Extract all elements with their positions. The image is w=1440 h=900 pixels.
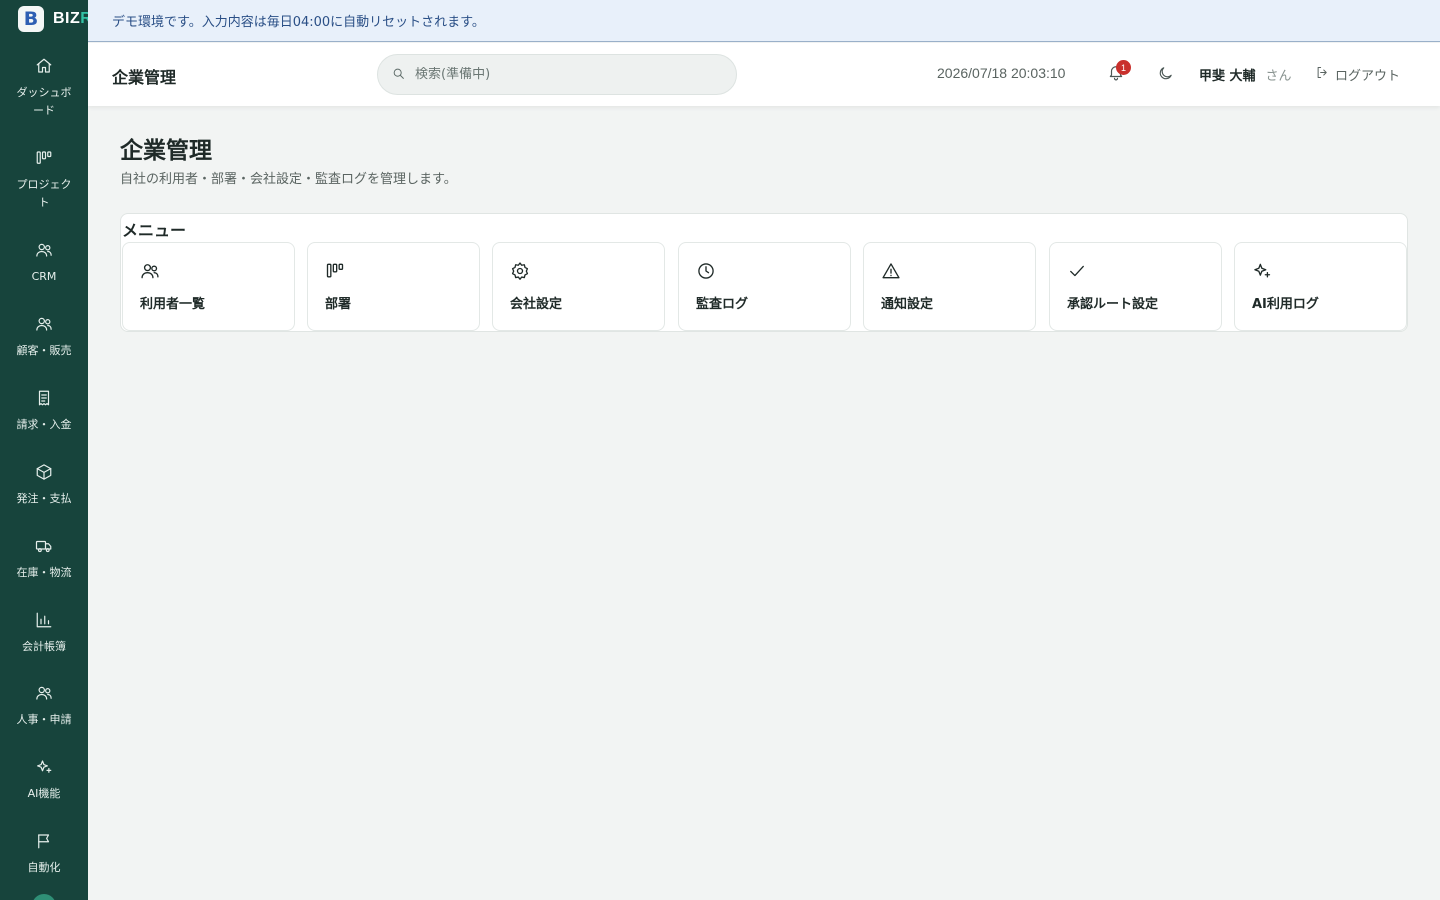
sidebar-item-inventory[interactable]: 在庫・物流 <box>0 530 88 604</box>
menu-card-approval-route[interactable]: 承認ルート設定 <box>1049 242 1222 331</box>
sidebar-item-label: CRM <box>31 270 57 283</box>
sidebar-item-label: 発注・支払 <box>16 492 72 505</box>
menu-card-label: 監査ログ <box>696 297 749 312</box>
logout-button[interactable]: ログアウト <box>1315 65 1400 84</box>
users-icon <box>34 240 54 260</box>
logo-mark: B <box>18 6 44 32</box>
user-name: 甲斐 大輔 <box>1199 69 1256 84</box>
menu-card-label: 部署 <box>325 297 352 312</box>
menu-card-label: 会社設定 <box>510 297 563 312</box>
sidebar-item-accounting[interactable]: 会計帳簿 <box>0 604 88 678</box>
gear-icon <box>510 261 530 281</box>
sidebar: B BIZR ダッシュボード プロジェクト CRM 顧客・販売 請求・入金 発注… <box>0 0 88 900</box>
users-icon <box>140 261 160 281</box>
sidebar-item-label: ダッシュボード <box>16 86 72 117</box>
sidebar-item-label: 請求・入金 <box>16 418 72 431</box>
sidebar-item-label: AI機能 <box>27 787 61 800</box>
logout-label: ログアウト <box>1335 69 1401 84</box>
logo-letter: B <box>23 7 39 30</box>
menu-card-ai-usage-log[interactable]: AI利用ログ <box>1234 242 1407 331</box>
notification-button[interactable]: 1 <box>1107 60 1131 85</box>
menu-card-label: 通知設定 <box>881 297 934 312</box>
sidebar-item-label: 在庫・物流 <box>16 566 72 579</box>
menu-panel: メニュー 利用者一覧 部署 会社設定 監査ログ 通知設定 承認ルート設定 AI利… <box>120 213 1408 332</box>
truck-icon <box>34 536 54 556</box>
search-box[interactable] <box>377 54 737 95</box>
user-info: 甲斐 大輔 さん <box>1199 65 1292 84</box>
search-icon <box>392 65 405 84</box>
sparkles-icon <box>1252 261 1272 281</box>
package-icon <box>34 462 54 482</box>
logo-text-main: BIZ <box>53 10 81 27</box>
menu-card-label: 承認ルート設定 <box>1067 297 1159 312</box>
sidebar-item-crm[interactable]: CRM <box>0 234 88 308</box>
logo-text: BIZR <box>53 10 88 28</box>
kanban-icon <box>325 261 345 281</box>
sidebar-item-customer-sales[interactable]: 顧客・販売 <box>0 308 88 382</box>
sidebar-item-billing[interactable]: 請求・入金 <box>0 382 88 456</box>
home-icon <box>34 56 54 76</box>
bar-chart-icon <box>34 610 54 630</box>
logout-icon <box>1315 65 1335 84</box>
sidebar-item-ai[interactable]: AI機能 <box>0 751 88 825</box>
sidebar-item-label: 人事・申請 <box>16 713 72 726</box>
receipt-icon <box>34 388 54 408</box>
kanban-icon <box>34 148 54 168</box>
check-icon <box>1067 261 1087 281</box>
header-title: 企業管理 <box>112 68 177 87</box>
sidebar-item-hr[interactable]: 人事・申請 <box>0 677 88 751</box>
menu-card-notification-settings[interactable]: 通知設定 <box>863 242 1036 331</box>
sidebar-item-dashboard[interactable]: ダッシュボード <box>0 50 88 124</box>
top-header: 企業管理 2026/07/18 20:03:10 1 甲斐 大輔 さん ログアウ… <box>88 43 1440 106</box>
sparkles-icon <box>34 757 54 777</box>
page-title: 企業管理 <box>120 138 212 164</box>
search-input[interactable] <box>415 67 715 82</box>
sidebar-item-automation[interactable]: 自動化 <box>0 825 88 899</box>
users-icon <box>34 683 54 703</box>
menu-card-users[interactable]: 利用者一覧 <box>122 242 295 331</box>
user-honorific: さん <box>1265 69 1292 84</box>
menu-heading: メニュー <box>122 221 187 240</box>
menu-card-company-settings[interactable]: 会社設定 <box>492 242 665 331</box>
sidebar-item-label: プロジェクト <box>16 178 72 209</box>
sidebar-item-label: 会計帳簿 <box>22 640 66 653</box>
menu-card-label: 利用者一覧 <box>140 297 206 312</box>
sidebar-item-purchase[interactable]: 発注・支払 <box>0 456 88 530</box>
menu-card-label: AI利用ログ <box>1252 297 1319 312</box>
users-icon <box>34 314 54 334</box>
sidebar-item-label: 自動化 <box>27 861 61 874</box>
page-subtitle: 自社の利用者・部署・会社設定・監査ログを管理します。 <box>120 172 457 187</box>
sidebar-item-project[interactable]: プロジェクト <box>0 142 88 216</box>
menu-card-departments[interactable]: 部署 <box>307 242 480 331</box>
flag-icon <box>34 831 54 851</box>
theme-toggle-button[interactable] <box>1157 65 1177 85</box>
app-logo[interactable]: B BIZR <box>18 6 88 32</box>
current-datetime: 2026/07/18 20:03:10 <box>937 65 1066 81</box>
sidebar-item-label: 顧客・販売 <box>16 344 72 357</box>
demo-banner: デモ環境です。入力内容は毎日04:00に自動リセットされます。 <box>88 0 1440 42</box>
warning-icon <box>881 261 901 281</box>
menu-card-audit-log[interactable]: 監査ログ <box>678 242 851 331</box>
logo-text-accent: R <box>80 10 88 27</box>
clock-icon <box>696 261 716 281</box>
notification-badge: 1 <box>1116 60 1131 75</box>
moon-icon <box>1157 67 1174 86</box>
